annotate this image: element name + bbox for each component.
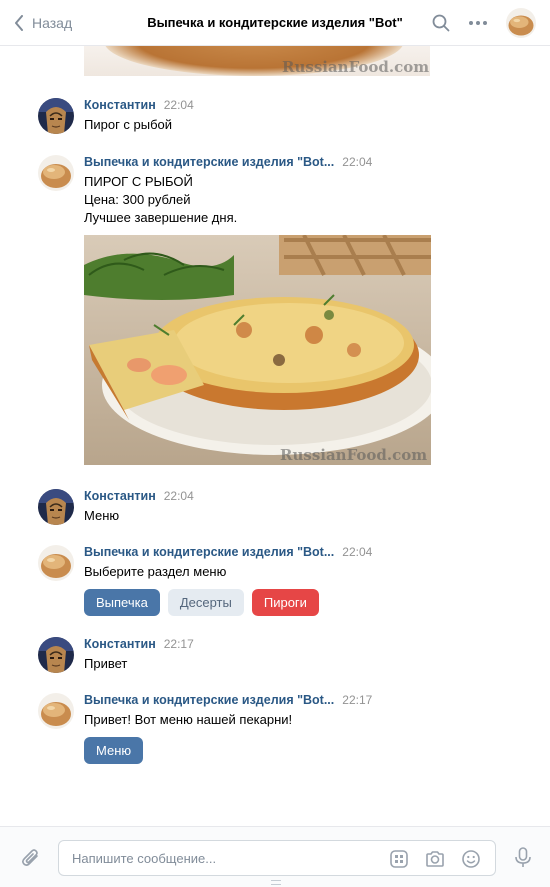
photo-watermark: RussianFood.com (282, 58, 430, 76)
back-label: Назад (32, 14, 73, 31)
message-time: 22:04 (342, 155, 373, 169)
message-text: ПИРОГ С РЫБОЙ (84, 174, 193, 189)
chat-avatar[interactable] (506, 7, 536, 38)
photo-watermark: RussianFood.com (280, 446, 428, 464)
keyboard-icon[interactable] (389, 849, 409, 872)
message-author[interactable]: Константин (84, 637, 156, 651)
message-time: 22:17 (163, 637, 194, 651)
message-text: Цена: 300 рублей (84, 192, 191, 207)
message-author[interactable]: Выпечка и кондитерские изделия "Bot... (84, 545, 334, 559)
message-input-box[interactable] (58, 840, 496, 876)
message-composer (0, 826, 550, 887)
avatar[interactable] (38, 98, 74, 134)
message-input[interactable] (59, 841, 359, 875)
message-text: Лучшее завершение дня. (84, 210, 238, 225)
microphone-icon[interactable] (514, 847, 532, 872)
message-time: 22:04 (342, 545, 373, 559)
bot-keyboard: Меню (84, 737, 524, 764)
avatar[interactable] (38, 637, 74, 673)
keyboard-button-menu[interactable]: Меню (84, 737, 144, 764)
message-text: Выберите раздел меню (84, 564, 227, 579)
message-author[interactable]: Константин (84, 489, 156, 503)
previous-photo[interactable]: RussianFood.com (84, 46, 430, 76)
emoji-icon[interactable] (461, 849, 481, 872)
chevron-left-icon (15, 14, 23, 31)
message-text: Пирог с рыбой (84, 117, 173, 132)
avatar[interactable] (38, 489, 74, 525)
message-author[interactable]: Выпечка и кондитерские изделия "Bot... (84, 155, 334, 169)
avatar[interactable] (38, 693, 74, 729)
message-time: 22:04 (163, 489, 194, 503)
chat-header: Назад Выпечка и кондитерские изделия "Bo… (0, 0, 550, 46)
attach-icon[interactable] (20, 847, 42, 872)
avatar[interactable] (38, 155, 74, 191)
search-icon[interactable] (432, 14, 450, 32)
bot-keyboard: Выпечка Десерты Пироги (84, 589, 524, 616)
message-text: Меню (84, 508, 120, 523)
message-author[interactable]: Выпечка и кондитерские изделия "Bot... (84, 693, 334, 707)
keyboard-button-deserty[interactable]: Десерты (167, 589, 244, 616)
resize-grip[interactable] (271, 880, 281, 885)
message-text: Привет (84, 656, 128, 671)
pie-photo[interactable]: RussianFood.com (84, 235, 431, 465)
message-feed[interactable]: RussianFood.com Константин 22:04 Пирог с … (0, 46, 550, 826)
chat-title: Выпечка и кондитерские изделия "Bot" (147, 15, 403, 30)
keyboard-button-vypechka[interactable]: Выпечка (84, 589, 160, 616)
keyboard-button-pirogi[interactable]: Пироги (251, 589, 319, 616)
more-icon[interactable] (468, 20, 488, 26)
message-time: 22:04 (163, 98, 194, 112)
camera-icon[interactable] (425, 849, 445, 872)
message-text: Привет! Вот меню нашей пекарни! (84, 712, 293, 727)
message-time: 22:17 (342, 693, 373, 707)
message-author[interactable]: Константин (84, 98, 156, 112)
avatar[interactable] (38, 545, 74, 581)
back-button[interactable]: Назад (14, 14, 124, 31)
